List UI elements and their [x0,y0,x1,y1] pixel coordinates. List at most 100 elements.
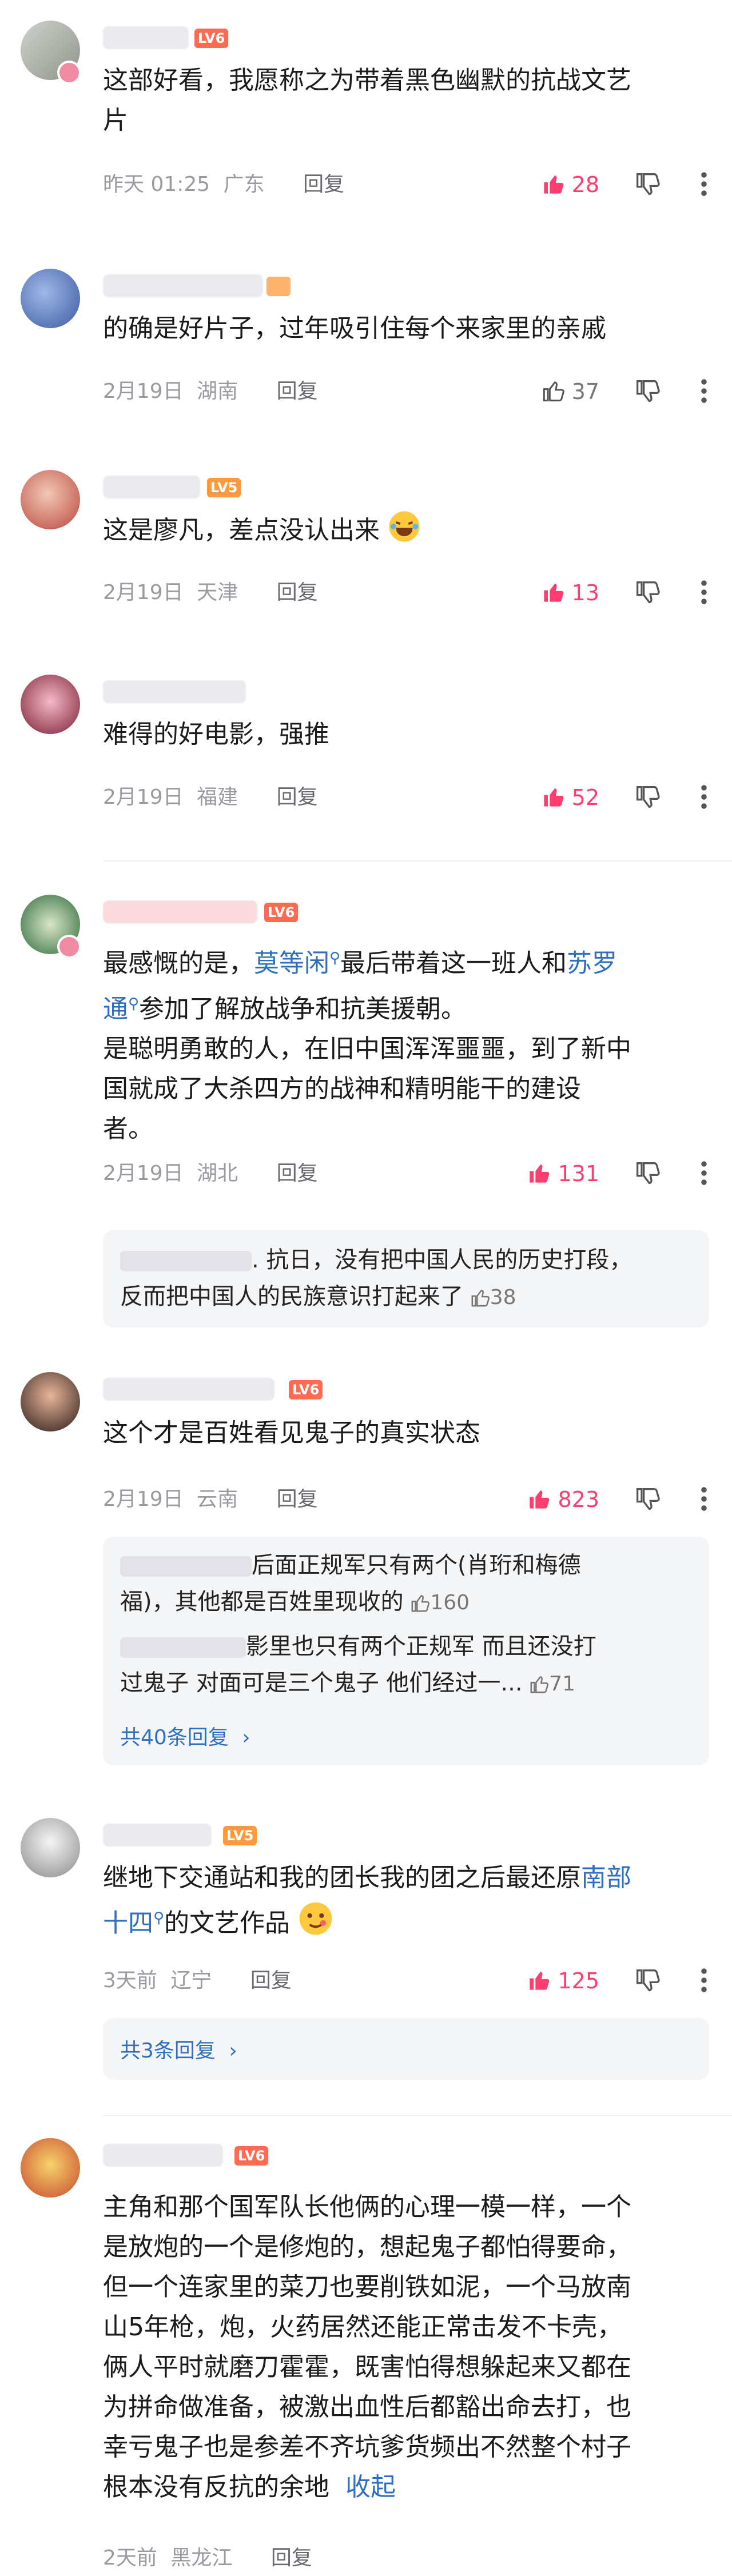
thumbs-down-icon[interactable] [635,580,661,605]
thumbs-down-icon[interactable] [635,1968,661,1993]
reply-button[interactable]: 回复 [250,1969,292,1992]
like-count: 28 [571,172,599,197]
divider [103,2115,732,2116]
sub-reply[interactable]: 影里也只有两个正规军 而且还没打 过鬼子 对面可是三个鬼子 他们经过一... 7… [120,1628,692,1702]
thumbs-down-icon[interactable] [635,785,661,810]
comment-line: 的确是好片子，过年吸引住每个来家里的亲戚 [103,314,606,343]
like-button[interactable]: 37 [542,376,599,407]
username-blurred[interactable] [103,680,246,703]
more-options-icon[interactable] [700,1485,708,1513]
more-options-icon[interactable] [700,1967,708,1994]
avatar[interactable] [21,675,80,734]
sub-reply-like-count: 38 [490,1286,516,1309]
more-options-icon[interactable] [700,377,708,405]
sub-reply-like-count: 71 [549,1672,576,1696]
sub-reply-like-button[interactable]: 38 [471,1286,516,1309]
username-blurred[interactable] [103,476,200,499]
thumbs-down-icon[interactable] [635,1161,661,1186]
comment-meta: 3天前 辽宁 回复 [103,1967,292,1995]
text-span: . 抗日，没有把中国人民的历史打段， [252,1247,632,1273]
comment-line: 国就成了大杀四方的战神和精明能干的建设 [103,1074,581,1104]
thumbs-up-icon [543,176,563,194]
reply-button[interactable]: 回复 [303,173,344,196]
collapse-button[interactable]: 收起 [345,2473,396,2502]
comment-line: 片 [103,106,128,135]
reply-button[interactable]: 回复 [271,2546,312,2570]
thumbs-up-icon [530,1972,550,1990]
like-count: 37 [571,379,599,404]
more-options-icon[interactable] [700,579,708,606]
comment-time: 2月19日 [103,785,184,809]
sub-reply-like-button[interactable]: 160 [411,1591,470,1614]
like-button[interactable]: 28 [542,169,599,200]
like-button[interactable]: 52 [542,782,599,813]
reply-button[interactable]: 回复 [277,1162,318,1185]
comment-text: 最感慨的是，莫等闲⚲最后带着这一班人和苏罗 通⚲参加了解放战争和抗美援朝。 是聪… [103,938,709,1149]
username-blurred[interactable] [103,274,263,297]
view-more-replies-link[interactable]: 共3条回复 › [120,2034,237,2064]
more-options-icon[interactable] [700,783,708,811]
more-options-icon[interactable] [700,170,708,198]
keyword-link[interactable]: 南部 [581,1863,631,1892]
fan-badge-icon [57,61,81,85]
more-options-icon[interactable] [700,1159,708,1187]
keyword-link[interactable]: 十四 [103,1909,153,1938]
level-badge: LV6 [234,2146,269,2166]
reply-button[interactable]: 回复 [277,380,318,403]
comment-time: 昨天 01:25 [103,173,210,196]
sub-reply-line: . 抗日，没有把中国人民的历史打段， [120,1242,692,1278]
laughing-tears-emoji-icon [389,511,420,542]
keyword-link[interactable]: 通 [103,994,128,1023]
comment-line: 主角和那个国军队长他俩的心理一模一样，一个 [103,2192,631,2222]
text-span: 过鬼子 对面可是三个鬼子 他们经过一... [120,1670,523,1696]
sub-replies: 共3条回复 › [103,2018,709,2080]
username-blurred[interactable] [103,900,257,923]
sub-reply-username-blurred [120,1556,252,1577]
like-button[interactable]: 125 [528,1965,599,1996]
thumbs-up-icon [530,1490,550,1509]
view-more-replies-link[interactable]: 共40条回复 › [120,1721,250,1750]
level-badge: LV5 [223,1826,257,1845]
keyword-link[interactable]: 苏罗 [567,949,617,978]
thumbs-down-icon[interactable] [635,172,661,197]
comment-location: 黑龙江 [170,2546,233,2570]
like-button[interactable]: 823 [528,1484,599,1515]
level-badge: LV6 [289,1380,323,1399]
like-count: 13 [571,580,599,605]
sub-reply-line: 过鬼子 对面可是三个鬼子 他们经过一... 71 [120,1665,692,1702]
comment-meta: 2天前 黑龙江 回复 [103,2544,312,2573]
sub-reply-line: 后面正规军只有两个(肖珩和梅德 [120,1547,692,1584]
keyword-link[interactable]: 莫等闲 [254,949,329,978]
comment-location: 辽宁 [170,1969,212,1992]
comment-text: 这个才是百姓看见鬼子的真实状态 [103,1413,709,1453]
username-blurred[interactable] [103,1378,274,1401]
reply-button[interactable]: 回复 [277,785,318,809]
thumbs-down-icon[interactable] [635,1487,661,1512]
avatar[interactable] [21,470,80,529]
reply-button[interactable]: 回复 [277,1488,318,1511]
sub-reply-username-blurred [120,1637,246,1658]
reply-button[interactable]: 回复 [277,581,318,604]
thumbs-down-icon[interactable] [635,379,661,404]
comment-line: 最感慨的是，莫等闲⚲最后带着这一班人和苏罗 [103,938,709,984]
level-badge: LV6 [264,903,299,922]
comment-meta: 昨天 01:25 广东 回复 [103,170,344,199]
username-blurred[interactable] [103,1824,212,1847]
comment-time: 3天前 [103,1969,157,1992]
avatar[interactable] [21,1818,80,1877]
sub-reply[interactable]: . 抗日，没有把中国人民的历史打段， 反而把中国人的民族意识打起来了 38 [120,1242,692,1316]
like-button[interactable]: 131 [528,1158,599,1189]
like-count: 52 [571,785,599,810]
sub-reply-like-button[interactable]: 71 [530,1672,575,1696]
avatar[interactable] [21,1372,80,1431]
search-icon: ⚲ [329,950,341,967]
comment-location: 湖南 [197,380,238,403]
sub-reply[interactable]: 后面正规军只有两个(肖珩和梅德 福)，其他都是百姓里现收的 160 [120,1547,692,1621]
like-button[interactable]: 13 [542,577,599,608]
avatar[interactable] [21,2138,80,2198]
text-span: 最后带着这一班人和 [340,948,567,978]
username-blurred[interactable] [103,26,189,49]
username-blurred[interactable] [103,2144,223,2167]
avatar[interactable] [21,269,80,328]
chevron-right-icon: › [229,2039,237,2063]
